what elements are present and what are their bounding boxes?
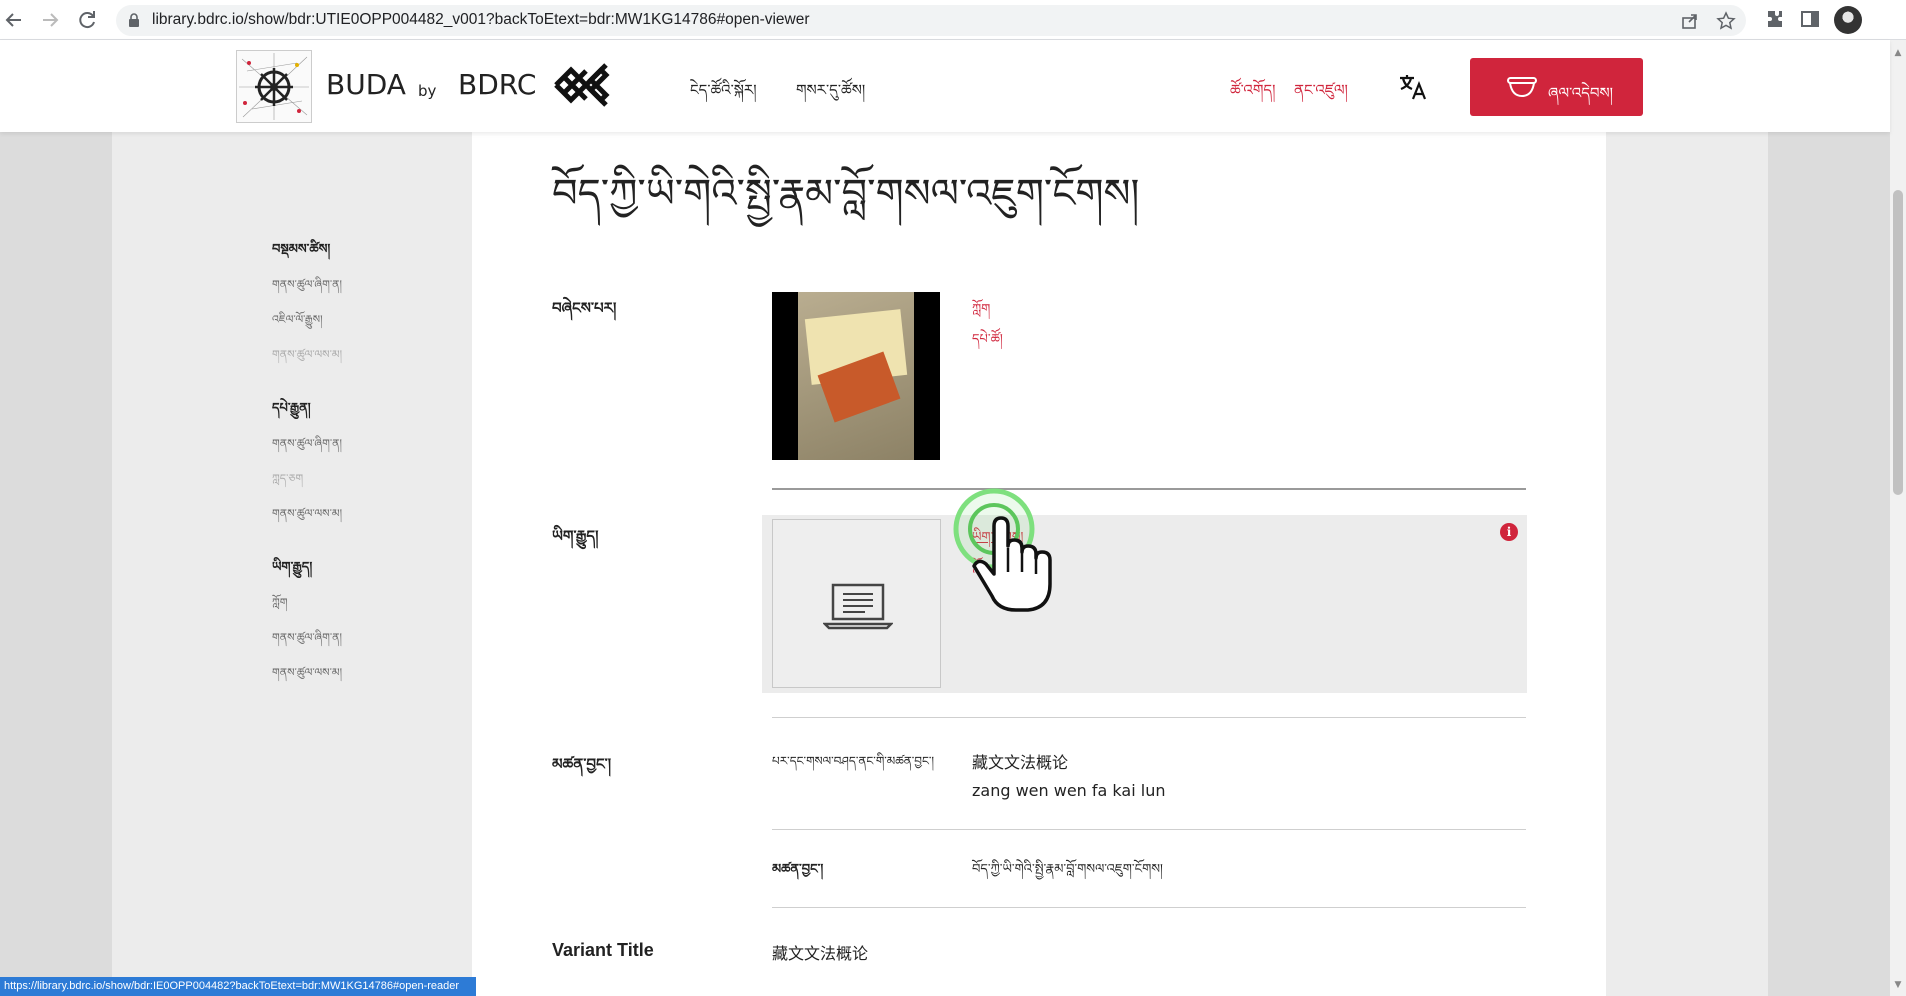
cover-artwork <box>798 292 914 460</box>
divider <box>772 907 1526 908</box>
etext-label: ཡིག་རྒྱུད། <box>552 527 599 545</box>
brand-bdrc[interactable]: BDRC <box>458 68 536 101</box>
titles-label: མཚན་བྱང་། <box>552 755 612 773</box>
hand-cursor-icon <box>953 488 1052 612</box>
laptop-icon <box>823 583 893 630</box>
scrollbar-thumb[interactable] <box>1893 190 1903 495</box>
bowl-icon <box>1507 77 1537 98</box>
book-cover-image[interactable] <box>772 292 940 460</box>
lock-icon <box>129 13 139 27</box>
divider <box>772 488 1526 490</box>
page-scrollbar[interactable]: ▲ ▼ <box>1890 40 1906 996</box>
left-margin <box>0 132 112 996</box>
donate-label: ཞལ་འདེབས། <box>1548 84 1613 102</box>
right-margin <box>1768 132 1890 996</box>
status-bar: https://library.bdrc.io/show/bdr:IE0OPP0… <box>0 977 476 996</box>
forward-icon[interactable] <box>38 8 62 32</box>
scroll-up-icon[interactable]: ▲ <box>1893 48 1903 58</box>
address-bar[interactable]: library.bdrc.io/show/bdr:UTIE0OPP004482_… <box>116 5 1746 36</box>
title-value-pinyin: zang wen wen fa kai lun <box>972 781 1166 800</box>
brand-by: by <box>418 82 437 100</box>
profile-avatar[interactable] <box>1834 6 1862 34</box>
buda-logo-icon[interactable] <box>236 50 312 123</box>
sidebar-item[interactable]: འཇིལ་ལོ་རྒྱུས། <box>272 307 323 338</box>
page-title: བོད་ཀྱི་ཡི་གེའི་སྤྱི་རྣམ་བློ་གསལ་འཇུག་ངོ… <box>552 171 1140 217</box>
extensions-icon[interactable] <box>1762 8 1786 32</box>
title-type-label: མཚན་བྱང་། <box>772 862 824 877</box>
scroll-down-icon[interactable]: ▼ <box>1893 980 1903 990</box>
copy-link[interactable]: དཔེ་ཚོ། <box>972 324 1003 361</box>
sidebar-heading-1[interactable]: བསྡམས་ཚིས། <box>272 234 330 271</box>
etext-thumbnail[interactable] <box>772 519 941 688</box>
title-value-chinese: 藏文文法概论 <box>972 753 1069 772</box>
variant-title-label: Variant Title <box>552 940 654 960</box>
sidebar-item[interactable]: གནས་ཚུལ་ལས་མ། <box>272 342 342 373</box>
star-icon[interactable] <box>1716 11 1736 31</box>
right-panel <box>1606 132 1768 996</box>
divider <box>772 717 1526 718</box>
url-text[interactable]: library.bdrc.io/show/bdr:UTIE0OPP004482_… <box>152 11 810 29</box>
brand-buda[interactable]: BUDA <box>326 68 406 101</box>
login-link[interactable]: ནང་འཛུལ། <box>1294 74 1348 116</box>
translate-icon[interactable] <box>1398 72 1428 102</box>
divider <box>772 829 1526 830</box>
sidebar-item[interactable]: ཀླད་ཅག <box>272 466 303 497</box>
site-header: BUDA by BDRC ངེད་ཚོའི་སྐོར། གསར་དུ་ཚོས། … <box>0 40 1890 132</box>
sidebar-item[interactable]: གནས་ཚུལ་ཞིག་ན། <box>272 431 342 462</box>
nav-news[interactable]: གསར་དུ་ཚོས། <box>796 74 865 116</box>
back-icon[interactable] <box>2 8 26 32</box>
browser-toolbar: library.bdrc.io/show/bdr:UTIE0OPP004482_… <box>0 0 1906 40</box>
sidebar-item[interactable]: གནས་ཚུལ་ཞིག་ན། <box>272 625 342 656</box>
reload-icon[interactable] <box>75 8 99 32</box>
sidebar-item[interactable]: གནས་ཚུལ་ལས་མ། <box>272 501 342 532</box>
sidebar-item[interactable]: ཀློག <box>272 590 288 621</box>
sidebar-heading-2[interactable]: དཔེ་རྒྱུན། <box>272 393 311 430</box>
title-type-label: པར་དང་གསལ་བཤད་ནང་གི་མཚན་བྱང་། <box>772 754 935 768</box>
share-icon[interactable] <box>1680 11 1700 31</box>
sidebar-item[interactable]: གནས་ཚུལ་ལས་མ། <box>272 660 342 691</box>
title-value-tibetan: བོད་ཀྱི་ཡི་གེའི་སྤྱི་རྣམ་བློ་གསལ་འཇུག་ངོ… <box>972 862 1163 877</box>
info-icon[interactable]: i <box>1500 523 1518 541</box>
register-link[interactable]: ཚོ་འགོད། <box>1230 74 1275 116</box>
nav-about[interactable]: ངེད་ཚོའི་སྐོར། <box>690 74 757 116</box>
side-panel-icon[interactable] <box>1798 8 1822 32</box>
sidebar-heading-3[interactable]: ཡིག་རྒྱུད། <box>272 552 312 589</box>
variant-title-value: 藏文文法概论 <box>772 944 869 963</box>
donate-button[interactable]: ཞལ་འདེབས། <box>1470 58 1643 116</box>
sidebar-item[interactable]: གནས་ཚུལ་ཞིག་ན། <box>272 272 342 303</box>
edition-label: བཞེངས་པར། <box>552 299 617 317</box>
endless-knot-icon <box>554 63 610 107</box>
